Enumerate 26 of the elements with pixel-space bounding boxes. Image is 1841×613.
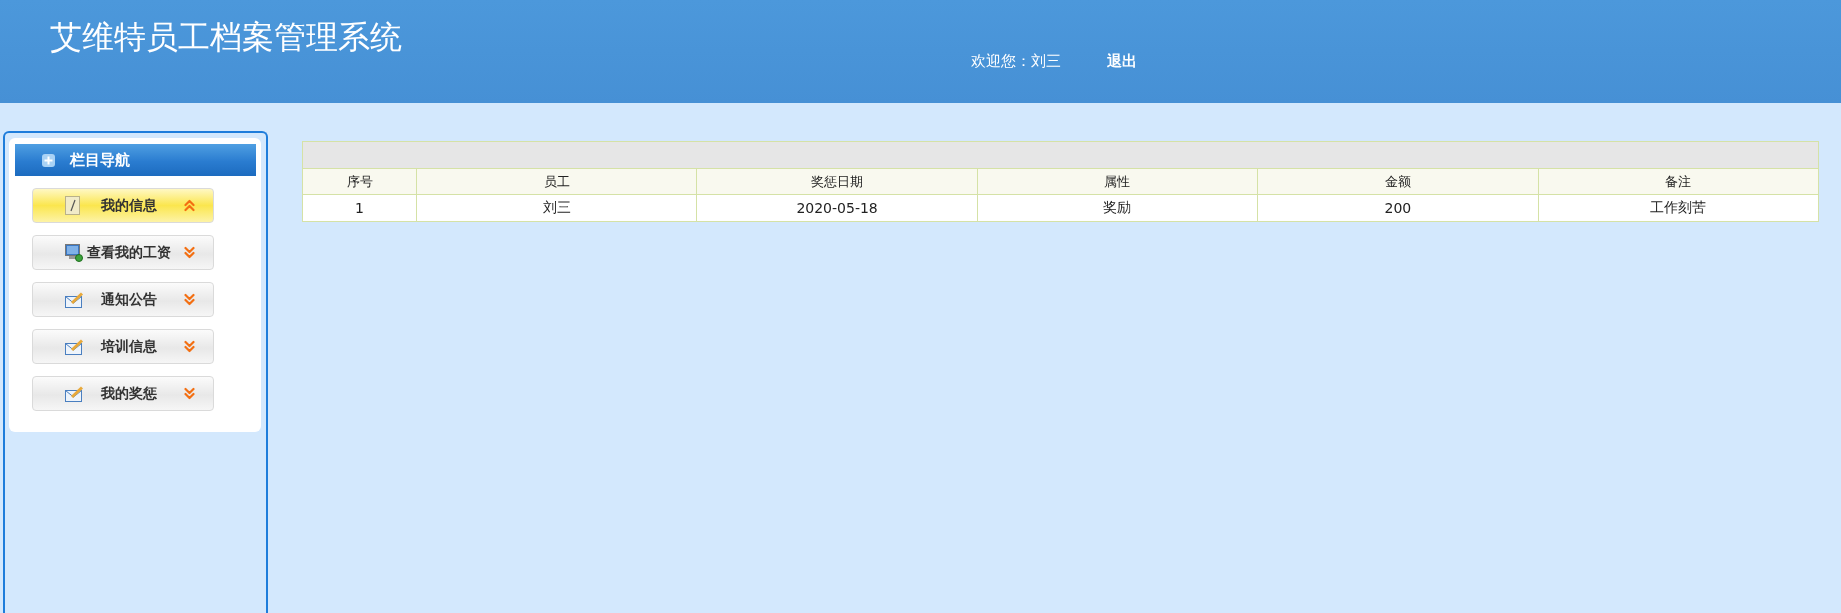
welcome-text: 欢迎您：刘三 [971, 51, 1061, 71]
column-header: 奖惩日期 [696, 168, 978, 195]
column-header: 备注 [1538, 168, 1819, 195]
table-cell: 1 [302, 194, 417, 222]
table-cell: 200 [1257, 194, 1539, 222]
table-cell: 工作刻苦 [1538, 194, 1819, 222]
notepad-icon [65, 196, 80, 215]
nav-menu-button[interactable]: 我的信息 [32, 188, 214, 223]
column-header: 金额 [1257, 168, 1539, 195]
nav-menu-button[interactable]: 培训信息 [32, 329, 214, 364]
envelope-pencil-icon [65, 385, 84, 402]
system-title: 艾维特员工档案管理系统 [50, 18, 402, 57]
column-header: 序号 [302, 168, 417, 195]
envelope-pencil-icon [65, 338, 84, 355]
plus-icon [42, 153, 55, 167]
nav-menu-button[interactable]: 我的奖惩 [32, 376, 214, 411]
table-cell: 刘三 [416, 194, 697, 222]
column-header: 属性 [977, 168, 1258, 195]
nav-menu-button[interactable]: 查看我的工资 [32, 235, 214, 270]
nav-menu-button[interactable]: 通知公告 [32, 282, 214, 317]
monitor-icon [65, 243, 83, 262]
table-cell: 2020-05-18 [696, 194, 978, 222]
nav-title: 栏目导航 [70, 151, 130, 169]
table-cell: 奖励 [977, 194, 1258, 222]
column-header: 员工 [416, 168, 697, 195]
envelope-pencil-icon [65, 291, 84, 308]
